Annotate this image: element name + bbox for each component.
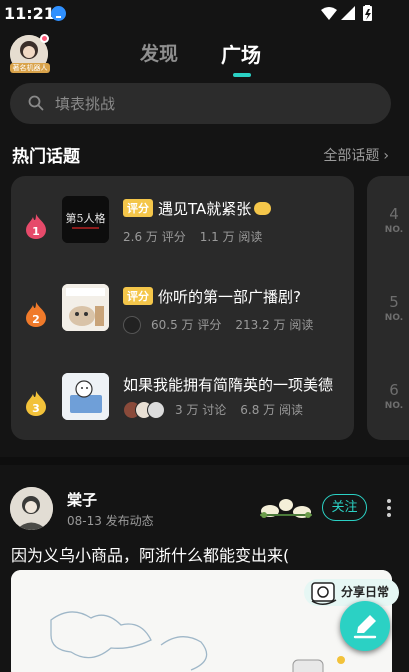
rank-peek-number: 6 — [389, 381, 399, 399]
topic-stats: 60.5 万 评分 213.2 万 阅读 — [123, 316, 313, 334]
share-daily-icon — [311, 582, 337, 605]
all-topics-label: 全部话题 — [323, 148, 380, 164]
topic-stat: 213.2 万 阅读 — [235, 318, 314, 332]
post-author-avatar[interactable] — [10, 487, 53, 530]
hot-topics-title: 热门话题 — [12, 147, 80, 167]
topic-title-text: 你听的第一部广播剧? — [158, 288, 301, 306]
rank-peek-no: NO. — [384, 313, 404, 323]
rank-peek-number: 4 — [389, 205, 399, 223]
svg-text:1: 1 — [32, 225, 40, 238]
topic-title: 评分 你听的第一部广播剧? — [123, 286, 301, 307]
topic-title: 如果我能拥有简隋英的一项美德 — [123, 374, 333, 395]
topic-stats: 2.6 万 评分 1.1 万 阅读 — [123, 228, 262, 245]
rank-peek-number: 5 — [389, 293, 399, 311]
topic-item[interactable]: 3 如果我能拥有简隋英的一项美德 3 万 讨论 6.8 万 阅读 — [11, 373, 354, 433]
topic-title-text: 如果我能拥有简隋英的一项美德 — [123, 376, 334, 394]
notification-dot — [40, 34, 49, 43]
rank-peek-no: NO. — [384, 401, 404, 411]
create-post-button[interactable] — [340, 601, 390, 651]
topic-stat: 60.5 万 评分 — [151, 318, 222, 332]
topic-item[interactable]: 1 第5人格 评分 遇见TA就紧张 2.6 万 评分 1.1 万 阅读 — [11, 196, 354, 256]
topic-title-text: 遇见TA就紧张 — [158, 200, 252, 218]
tab-discover[interactable]: 发现 — [140, 39, 178, 66]
search-input[interactable] — [55, 83, 375, 124]
rank-peek-no: NO. — [384, 225, 404, 235]
topic-stat: 3 万 讨论 — [175, 403, 227, 417]
signal-icon — [341, 6, 355, 20]
post-time: 08-13 发布动态 — [67, 514, 154, 528]
avatar-label: 著名机器人 — [10, 63, 50, 73]
participant-avatar — [123, 316, 141, 334]
topic-item[interactable]: 2 评分 你听的第一部广播剧? 60.5 万 评分 213.2 万 阅读 — [11, 284, 354, 344]
emoji-icon — [254, 202, 272, 215]
status-bar: 11:21 — [0, 0, 409, 28]
all-topics-link[interactable]: 全部话题 › — [323, 145, 389, 165]
status-time: 11:21 — [4, 4, 55, 23]
section-divider — [0, 457, 409, 465]
topic-thumbnail — [62, 373, 109, 420]
rank-flame-icon: 1 — [26, 214, 46, 239]
edit-pencil-icon — [353, 615, 377, 639]
chevron-right-icon: › — [383, 148, 389, 164]
rating-tag: 评分 — [123, 287, 153, 305]
search-icon — [28, 95, 44, 111]
share-daily-label: 分享日常 — [341, 585, 390, 599]
participant-avatar — [147, 401, 165, 419]
active-tab-indicator — [233, 73, 251, 77]
post-author-name[interactable]: 棠子 — [67, 489, 97, 510]
thumb-text: 第5人格 — [66, 211, 106, 225]
rank-flame-icon: 2 — [26, 302, 46, 327]
rank-peek-6: 6 NO. — [381, 381, 407, 411]
topic-title: 评分 遇见TA就紧张 — [123, 198, 272, 219]
rank-flame-icon: 3 — [26, 391, 46, 416]
topic-stat: 6.8 万 阅读 — [240, 403, 303, 417]
topic-stat: 1.1 万 阅读 — [199, 230, 263, 244]
topic-thumbnail: 第5人格 — [62, 196, 109, 243]
download-icon — [51, 6, 66, 21]
status-icons — [321, 5, 372, 21]
topic-stats: 3 万 讨论 6.8 万 阅读 — [123, 401, 303, 419]
follow-button[interactable]: 关注 — [322, 494, 367, 521]
post-text: 因为义乌小商品，阿浙什么都能变出来( — [11, 546, 290, 565]
tab-square[interactable]: 广场 — [221, 39, 261, 68]
rank-peek-4: 4 NO. — [381, 205, 407, 235]
wifi-icon — [321, 7, 337, 20]
rank-peek-5: 5 NO. — [381, 293, 407, 323]
decoration-icon — [260, 499, 312, 518]
svg-text:2: 2 — [32, 313, 40, 326]
more-options-icon[interactable] — [380, 497, 398, 519]
search-bar[interactable] — [10, 83, 391, 124]
svg-text:3: 3 — [32, 402, 40, 415]
topic-stat: 2.6 万 评分 — [123, 230, 186, 244]
topic-thumbnail — [62, 284, 109, 331]
rating-tag: 评分 — [123, 199, 153, 217]
